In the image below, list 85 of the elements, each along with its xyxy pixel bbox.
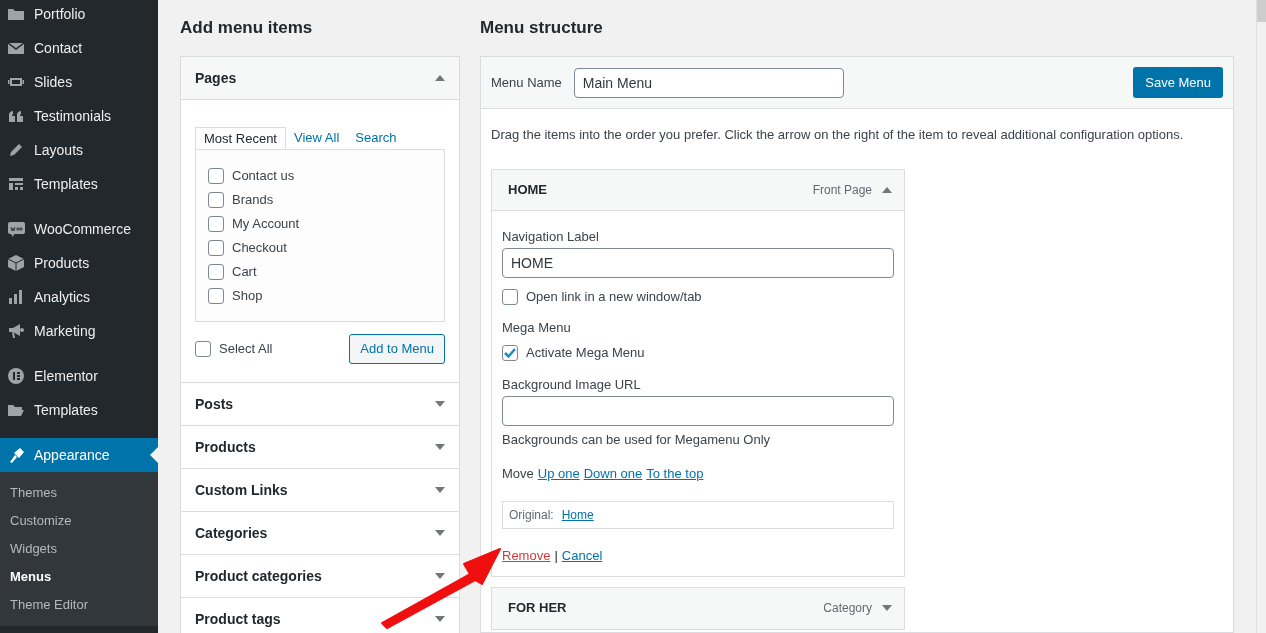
checkbox[interactable] xyxy=(208,288,224,304)
circle-e-icon xyxy=(7,367,25,385)
checkbox-label: Select All xyxy=(219,340,273,359)
item-type: Category xyxy=(823,600,872,617)
field-label: Mega Menu xyxy=(502,318,571,337)
menu-item-bar[interactable]: HOME Front Page xyxy=(492,169,904,211)
accordion-header[interactable]: Pages xyxy=(181,57,459,100)
checkbox[interactable] xyxy=(208,216,224,232)
scrollbar[interactable] xyxy=(1256,0,1266,633)
move-label: Move xyxy=(502,464,534,483)
submenu-item[interactable]: Theme Editor xyxy=(0,591,158,619)
cancel-link[interactable]: Cancel xyxy=(561,546,603,566)
menu-item-bar[interactable]: FOR HER Category xyxy=(492,587,904,629)
checkbox[interactable] xyxy=(502,344,518,361)
field-label: Menu Name xyxy=(491,73,562,92)
sidebar-item[interactable]: Appearance xyxy=(0,438,158,472)
pencil-icon xyxy=(7,141,25,159)
add-to-menu-button[interactable]: Add to Menu xyxy=(349,334,445,364)
sidebar-item[interactable]: WooCommerce xyxy=(0,212,158,246)
megaphone-icon xyxy=(7,322,25,340)
checkbox[interactable] xyxy=(502,288,518,305)
checkbox-label: Activate Mega Menu xyxy=(526,344,645,362)
sidebar-item[interactable]: Portfolio xyxy=(0,0,158,31)
save-menu-button[interactable]: Save Menu xyxy=(1133,67,1223,98)
checkbox-label: Checkout xyxy=(232,239,287,258)
box-icon xyxy=(7,254,25,272)
expand-arrow-icon[interactable] xyxy=(435,444,445,450)
expand-arrow-icon[interactable] xyxy=(435,401,445,407)
section-heading: Menu structure xyxy=(480,16,603,39)
expand-arrow-icon[interactable] xyxy=(435,530,445,536)
expand-arrow-icon[interactable] xyxy=(435,573,445,579)
field-label: Navigation Label xyxy=(502,227,599,246)
move-link[interactable]: To the top xyxy=(646,463,704,483)
expand-arrow-icon[interactable] xyxy=(435,487,445,493)
help-text: Backgrounds can be used for Megamenu Only xyxy=(502,431,771,449)
sidebar-item[interactable]: Marketing xyxy=(0,314,158,348)
submenu-item[interactable]: Themes xyxy=(0,479,158,507)
tab[interactable]: Most Recent xyxy=(195,127,286,150)
section-heading: Add menu items xyxy=(180,16,313,39)
collapse-arrow-icon[interactable] xyxy=(435,75,445,81)
woo-badge-icon xyxy=(7,220,25,238)
checkbox-label: Brands xyxy=(232,191,274,210)
checkbox[interactable] xyxy=(208,240,224,256)
move-link[interactable]: Up one xyxy=(537,463,580,483)
submenu-item[interactable]: Widgets xyxy=(0,535,158,563)
navigation-label-field[interactable]: HOME xyxy=(502,248,894,278)
paintbrush-icon xyxy=(7,446,25,464)
grid-icon xyxy=(7,175,25,193)
tab[interactable]: Search xyxy=(347,126,405,149)
field-label: Background Image URL xyxy=(502,375,641,394)
sidebar-item[interactable]: Analytics xyxy=(0,280,158,314)
checkbox-label: Shop xyxy=(232,287,263,306)
sidebar-item[interactable]: Testimonials xyxy=(0,99,158,133)
submenu-item[interactable]: Menus xyxy=(0,563,158,591)
sidebar-item[interactable]: Layouts xyxy=(0,133,158,167)
bar-chart-icon xyxy=(7,288,25,306)
checkbox[interactable] xyxy=(208,192,224,208)
tab[interactable]: View All xyxy=(286,126,348,149)
checkbox-label: Open link in a new window/tab xyxy=(526,288,702,306)
checkbox[interactable] xyxy=(208,264,224,280)
menu-name-field[interactable]: Main Menu xyxy=(573,67,844,98)
sidebar-item[interactable]: Elementor xyxy=(0,359,158,393)
expand-arrow-icon[interactable] xyxy=(882,605,892,611)
checkbox[interactable] xyxy=(208,168,224,184)
collapse-arrow-icon[interactable] xyxy=(882,186,892,193)
separator-text: | xyxy=(554,547,558,565)
item-type: Front Page xyxy=(812,181,872,199)
sidebar-item[interactable]: Templates xyxy=(0,167,158,201)
original-label: Original: xyxy=(509,507,554,524)
checkbox-label: Contact us xyxy=(232,167,295,186)
checkbox-label: My Account xyxy=(232,215,300,234)
remove-link[interactable]: Remove xyxy=(502,546,551,566)
expand-arrow-icon[interactable] xyxy=(435,616,445,622)
submenu-item[interactable]: Customize xyxy=(0,507,158,535)
original-page-link[interactable]: Home xyxy=(561,506,594,524)
checkbox[interactable] xyxy=(195,341,211,357)
sidebar-item[interactable]: Templates xyxy=(0,393,158,427)
background-image-url-field[interactable] xyxy=(502,396,894,426)
sidebar-item[interactable]: Slides xyxy=(0,65,158,99)
current-indicator xyxy=(150,447,158,463)
checkbox-label: Cart xyxy=(232,263,257,282)
sidebar-item[interactable]: Products xyxy=(0,246,158,280)
instructions-text: Drag the items into the order you prefer. Click the arrow on the right of the item to reveal additional configuration options. xyxy=(491,126,1184,144)
sidebar-item[interactable]: Contact xyxy=(0,31,158,65)
move-link[interactable]: Down one xyxy=(583,463,643,483)
